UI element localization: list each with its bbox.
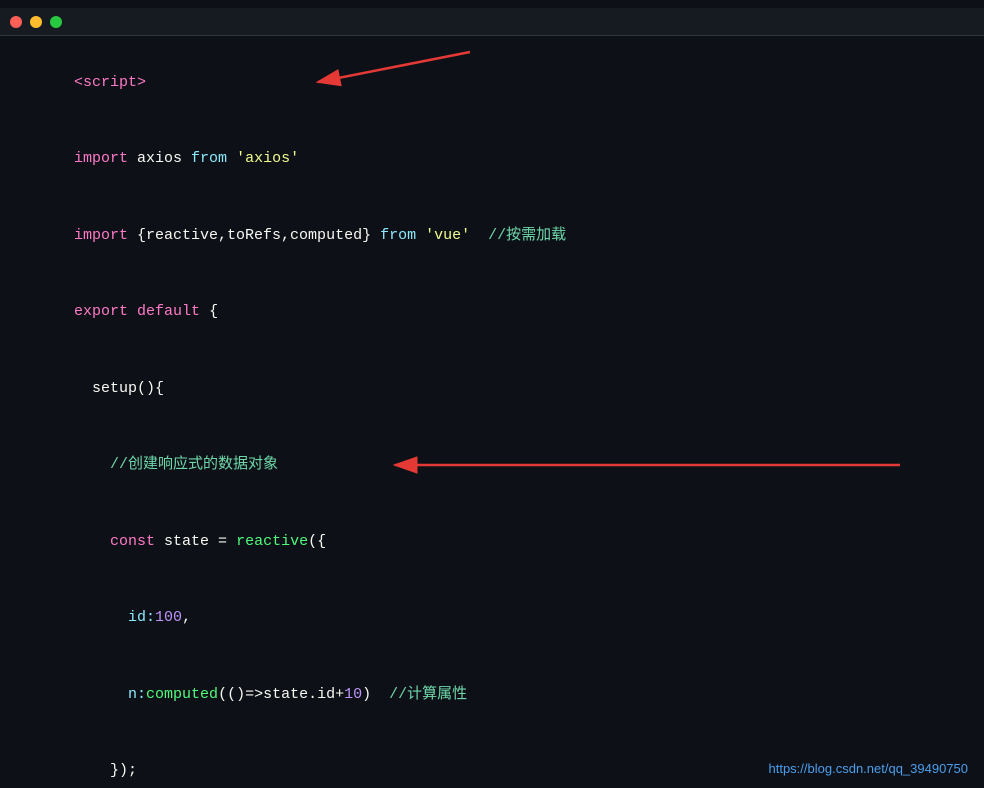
fn-reactive: reactive — [236, 533, 308, 550]
minimize-dot — [30, 16, 42, 28]
kw-const-1: const — [110, 533, 155, 550]
str-vue: 'vue' — [425, 227, 470, 244]
kw-from-2: from — [380, 227, 416, 244]
num-100: 100 — [155, 609, 182, 626]
comment-2: //创建响应式的数据对象 — [74, 456, 278, 473]
code-line-6: //创建响应式的数据对象 — [20, 427, 964, 504]
code-line-5: setup(){ — [20, 350, 964, 427]
comment-1: //按需加载 — [488, 227, 566, 244]
kw-import-2: import — [74, 227, 128, 244]
code-line-3: import {reactive,toRefs,computed} from '… — [20, 197, 964, 274]
comment-3: //计算属性 — [389, 686, 467, 703]
str-axios: 'axios' — [236, 150, 299, 167]
code-content: <script> import axios from 'axios' impor… — [0, 40, 984, 788]
kw-export: export — [74, 303, 128, 320]
code-line-9: n:computed(()=>state.id+10) //计算属性 — [20, 656, 964, 733]
code-line-2: import axios from 'axios' — [20, 121, 964, 198]
tag-script-open: <script> — [74, 74, 146, 91]
code-editor: <script> import axios from 'axios' impor… — [0, 0, 984, 788]
fn-computed: computed — [146, 686, 218, 703]
prop-id: id: — [128, 609, 155, 626]
window-toolbar — [0, 8, 984, 36]
close-dot — [10, 16, 22, 28]
code-line-4: export default { — [20, 274, 964, 351]
prop-n: n: — [128, 686, 146, 703]
maximize-dot — [50, 16, 62, 28]
code-line-7: const state = reactive({ — [20, 503, 964, 580]
kw-import-1: import — [74, 150, 128, 167]
kw-from-1: from — [191, 150, 227, 167]
num-10: 10 — [344, 686, 362, 703]
watermark-url: https://blog.csdn.net/qq_39490750 — [769, 761, 969, 776]
code-line-1: <script> — [20, 44, 964, 121]
kw-default: default — [137, 303, 200, 320]
code-line-8: id:100, — [20, 580, 964, 657]
